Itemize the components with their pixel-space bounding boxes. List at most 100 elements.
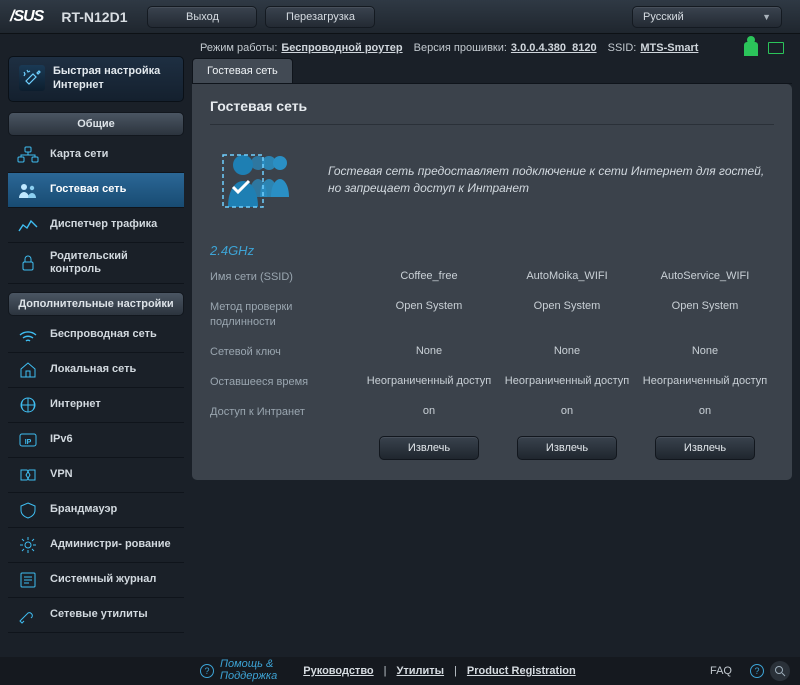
guest-illustration-icon (218, 145, 308, 215)
guest1-intranet: on (360, 405, 498, 419)
network-map-icon (16, 145, 40, 165)
sidebar-item-label: VPN (50, 468, 73, 481)
section-advanced-header: Дополнительные настройки (8, 292, 184, 316)
sidebar-item-label: Родительский контроль (50, 250, 176, 276)
internet-icon (16, 395, 40, 415)
model-name: RT-N12D1 (61, 9, 127, 25)
sidebar-item-wan[interactable]: Интернет (8, 388, 184, 423)
chevron-down-icon: ▼ (762, 12, 771, 22)
guest2-intranet: on (498, 405, 636, 419)
intro-text: Гостевая сеть предоставляет подключение … (328, 163, 766, 197)
guest3-time: Неограниченный доступ (636, 375, 774, 389)
sidebar-item-netmap[interactable]: Карта сети (8, 138, 184, 173)
section-general-header: Общие (8, 112, 184, 136)
language-select[interactable]: Русский ▼ (632, 6, 782, 28)
sidebar-item-ipv6[interactable]: IP IPv6 (8, 423, 184, 458)
sidebar-item-traffic[interactable]: Диспетчер трафика (8, 208, 184, 243)
ssid-value-link[interactable]: MTS-Smart (640, 42, 698, 54)
mode-label: Режим работы: (200, 42, 277, 54)
firewall-icon (16, 500, 40, 520)
footer: ? Помощь &Поддержка Руководство | Утилит… (0, 657, 800, 685)
guest2-ssid: AutoMoika_WIFI (498, 270, 636, 284)
status-icons (744, 42, 784, 56)
main-content: Гостевая сеть Гостевая сеть Гостевая сет… (192, 58, 792, 660)
firmware-label: Версия прошивки: (414, 42, 507, 54)
network-tools-icon (16, 605, 40, 625)
guest3-key: None (636, 345, 774, 359)
quick-setup-label: Быстрая настройка Интернет (53, 65, 160, 91)
sidebar-item-label: Диспетчер трафика (50, 218, 157, 231)
guest1-ssid: Coffee_free (360, 270, 498, 284)
brand-logo: /SUS (10, 8, 43, 26)
user-status-icon[interactable] (744, 42, 758, 56)
sidebar-item-label: Гостевая сеть (50, 183, 126, 196)
lan-icon (16, 360, 40, 380)
guest1-evict-button[interactable]: Извлечь (379, 436, 479, 460)
guest3-ssid: AutoService_WIFI (636, 270, 774, 284)
help-support-label: Помощь &Поддержка (220, 659, 277, 682)
row-time-label: Оставшееся время (210, 375, 360, 389)
guest1-key: None (360, 345, 498, 359)
sidebar-item-syslog[interactable]: Системный журнал (8, 563, 184, 598)
quick-setup-button[interactable]: Быстрая настройка Интернет (8, 56, 184, 102)
guest2-key: None (498, 345, 636, 359)
search-icon (774, 665, 786, 677)
sidebar-item-admin[interactable]: Администри- рование (8, 528, 184, 563)
logout-button[interactable]: Выход (147, 6, 257, 28)
sidebar-item-label: Интернет (50, 398, 101, 411)
sidebar-item-label: Системный журнал (50, 573, 156, 586)
guest3-auth: Open System (636, 300, 774, 329)
sidebar-item-label: Сетевые утилиты (50, 608, 148, 621)
firmware-value-link[interactable]: 3.0.0.4.380_8120 (511, 42, 597, 54)
guest3-intranet: on (636, 405, 774, 419)
guest1-auth: Open System (360, 300, 498, 329)
sidebar-item-label: Локальная сеть (50, 363, 136, 376)
sidebar-item-label: Брандмауэр (50, 503, 117, 516)
admin-icon (16, 535, 40, 555)
product-registration-link[interactable]: Product Registration (467, 665, 576, 677)
syslog-icon (16, 570, 40, 590)
top-bar: /SUS RT-N12D1 Выход Перезагрузка Русский… (0, 0, 800, 34)
status-line: Режим работы: Беспроводной роутер Версия… (0, 34, 800, 58)
sidebar-item-label: Беспроводная сеть (50, 328, 157, 341)
guest-network-icon (16, 180, 40, 200)
help-icon[interactable]: ? (200, 664, 214, 678)
row-auth-label: Метод проверки подлинности (210, 300, 360, 329)
sidebar-item-nettools[interactable]: Сетевые утилиты (8, 598, 184, 633)
row-intranet-label: Доступ к Интранет (210, 405, 360, 419)
row-ssid-label: Имя сети (SSID) (210, 270, 360, 284)
sidebar-item-parental[interactable]: Родительский контроль (8, 243, 184, 284)
sidebar-item-vpn[interactable]: VPN (8, 458, 184, 493)
faq-label: FAQ (710, 665, 732, 677)
sidebar-item-firewall[interactable]: Брандмауэр (8, 493, 184, 528)
guest2-evict-button[interactable]: Извлечь (517, 436, 617, 460)
sidebar-item-label: Карта сети (50, 148, 108, 161)
faq-help-icon[interactable]: ? (750, 664, 764, 678)
vpn-icon (16, 465, 40, 485)
manual-link[interactable]: Руководство (303, 665, 373, 677)
sidebar-item-label: IPv6 (50, 433, 73, 446)
tab-guest-network[interactable]: Гостевая сеть (192, 58, 293, 83)
traffic-manager-icon (16, 215, 40, 235)
intro-box: Гостевая сеть предоставляет подключение … (210, 125, 774, 235)
sidebar-item-wireless[interactable]: Беспроводная сеть (8, 318, 184, 353)
panel-title: Гостевая сеть (210, 98, 774, 125)
row-key-label: Сетевой ключ (210, 345, 360, 359)
parental-control-icon (16, 253, 40, 273)
wireless-icon (16, 325, 40, 345)
sidebar-item-lan[interactable]: Локальная сеть (8, 353, 184, 388)
guest2-auth: Open System (498, 300, 636, 329)
guest2-time: Неограниченный доступ (498, 375, 636, 389)
sidebar-item-guest[interactable]: Гостевая сеть (8, 173, 184, 208)
utility-link[interactable]: Утилиты (397, 665, 445, 677)
device-status-icon[interactable] (768, 42, 784, 54)
guest3-evict-button[interactable]: Извлечь (655, 436, 755, 460)
search-button[interactable] (770, 661, 790, 681)
mode-value-link[interactable]: Беспроводной роутер (281, 42, 402, 54)
guest-table: Имя сети (SSID) Coffee_free AutoMoika_WI… (210, 270, 774, 460)
reboot-button[interactable]: Перезагрузка (265, 6, 375, 28)
guest-network-panel: Гостевая сеть Гостевая сеть предоставляе… (192, 84, 792, 480)
sidebar-item-label: Администри- рование (50, 538, 171, 551)
language-label: Русский (643, 11, 684, 23)
ipv6-icon: IP (16, 430, 40, 450)
